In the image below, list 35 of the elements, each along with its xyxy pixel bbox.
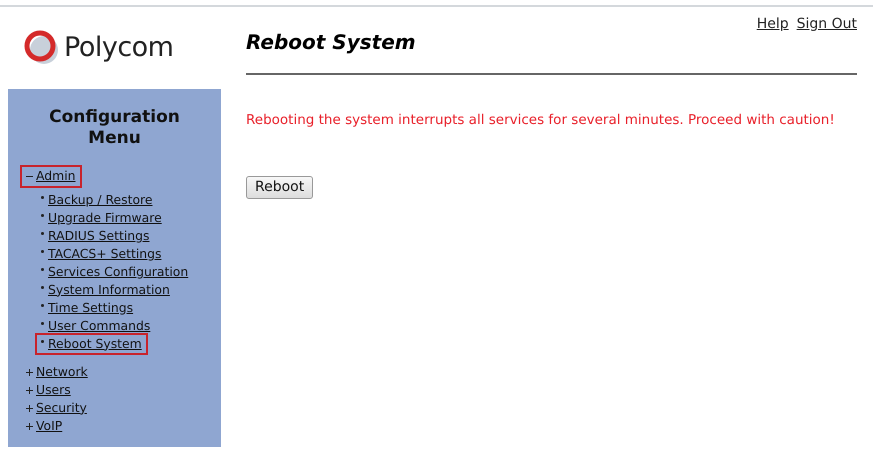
header-link[interactable]: Sign Out: [796, 14, 857, 35]
bullet-icon: [41, 232, 44, 235]
warning-message: Rebooting the system interrupts all services for several minutes. Proceed with caution!: [246, 111, 836, 130]
logo-icon: [24, 30, 60, 66]
menu-link[interactable]: System Information: [48, 280, 170, 300]
menu-link[interactable]: User Commands: [48, 316, 150, 336]
bullet-icon: [41, 196, 44, 199]
menu-link[interactable]: RADIUS Settings: [48, 226, 150, 246]
header-link[interactable]: Help: [756, 14, 789, 35]
menu-link[interactable]: Users: [36, 380, 71, 400]
bullet-icon: [41, 214, 44, 217]
plus-icon[interactable]: [26, 386, 33, 394]
bullet-icon: [41, 268, 44, 271]
bullet-icon: [41, 322, 44, 325]
menu-link[interactable]: Security: [36, 398, 87, 418]
menu-link[interactable]: TACACS+ Settings: [48, 244, 162, 264]
plus-icon[interactable]: [26, 368, 33, 376]
menu-link[interactable]: Upgrade Firmware: [48, 208, 162, 228]
bullet-icon: [41, 340, 44, 343]
bullet-icon: [41, 250, 44, 253]
plus-icon[interactable]: [26, 404, 33, 412]
menu-link[interactable]: Reboot System: [48, 334, 142, 354]
menu-link[interactable]: Network: [36, 362, 88, 382]
menu-link[interactable]: VoIP: [36, 416, 62, 436]
menu-link[interactable]: Backup / Restore: [48, 190, 152, 210]
plus-icon[interactable]: [26, 422, 33, 430]
page-title: Reboot System: [246, 29, 416, 56]
bullet-icon: [41, 286, 44, 289]
menu-link[interactable]: Services Configuration: [48, 262, 188, 282]
menu-link[interactable]: Admin: [36, 166, 76, 186]
reboot-button[interactable]: Reboot: [246, 176, 314, 200]
menu-link[interactable]: Time Settings: [48, 298, 134, 318]
sidebar-title: Configuration Menu: [48, 107, 181, 149]
logo-text: Polycom: [64, 30, 174, 65]
bullet-icon: [41, 304, 44, 307]
